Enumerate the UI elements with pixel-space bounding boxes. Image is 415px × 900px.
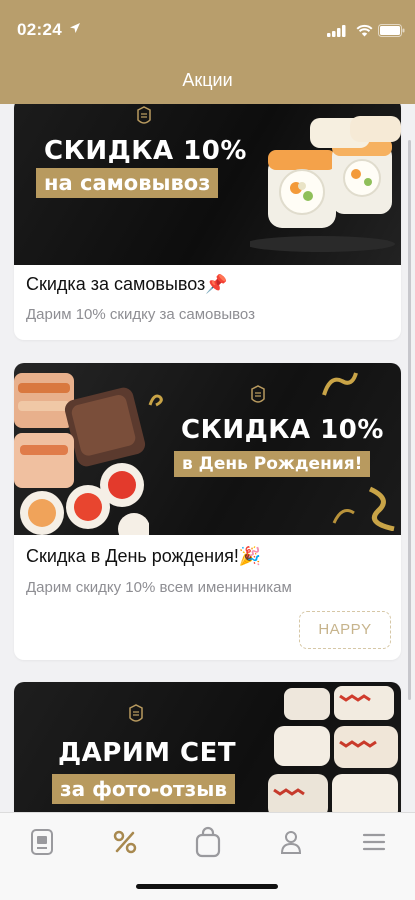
- battery-icon: [378, 24, 405, 37]
- promo-banner-photo-review: ДАРИМ СЕТ за фото-отзыв: [14, 682, 401, 812]
- sushi-platter-image: [268, 686, 398, 812]
- promo-title-text: Скидка за самовывоз: [26, 274, 206, 294]
- tab-promotions[interactable]: [105, 825, 145, 859]
- confetti-icon: [322, 372, 358, 396]
- brand-crest-logo: [137, 106, 151, 124]
- pushpin-emoji: 📌: [205, 274, 228, 294]
- banner-headline: СКИДКА 10%: [181, 415, 384, 445]
- promo-subtitle: Дарим скидку 10% всем именинникам: [26, 579, 292, 596]
- profile-icon: [280, 831, 302, 854]
- page-title: Акции: [182, 70, 233, 90]
- banner-headline: ДАРИМ СЕТ: [58, 738, 237, 768]
- banner-tag: на самовывоз: [36, 168, 219, 198]
- hamburger-menu-icon: [362, 833, 386, 851]
- brand-crest-logo: [251, 385, 265, 403]
- location-arrow-icon: [70, 23, 80, 33]
- banner-headline: СКИДКА 10%: [44, 136, 247, 166]
- confetti-icon: [368, 486, 395, 531]
- confetti-icon: [332, 509, 355, 524]
- tab-more[interactable]: [354, 825, 394, 859]
- promo-card-pickup[interactable]: СКИДКА 10% на самовывоз Скидка за самовы…: [14, 104, 401, 340]
- home-indicator[interactable]: [136, 884, 278, 889]
- scrollbar[interactable]: [408, 140, 411, 700]
- banner-tag: в День Рождения!: [174, 451, 371, 477]
- promo-code-button[interactable]: HAPPY: [299, 611, 391, 649]
- promo-card-photo-review[interactable]: ДАРИМ СЕТ за фото-отзыв: [14, 682, 401, 812]
- promo-title-text: Скидка в День рождения!: [26, 546, 239, 566]
- confetti-icon: [148, 394, 163, 407]
- promo-subtitle: Дарим 10% скидку за самовывоз: [26, 306, 255, 323]
- app-header: 02:24 Акции: [0, 0, 415, 104]
- status-bar: 02:24: [0, 0, 415, 58]
- promo-banner-pickup: СКИДКА 10% на самовывоз: [14, 104, 401, 265]
- promo-title: Скидка за самовывоз📌: [26, 274, 228, 295]
- tab-menu[interactable]: [22, 825, 62, 859]
- cart-bag-icon: [195, 826, 221, 858]
- cellular-signal-icon: [327, 25, 346, 37]
- party-popper-emoji: 🎉: [238, 546, 262, 566]
- tab-profile[interactable]: [271, 825, 311, 859]
- banner-tag: за фото-отзыв: [52, 774, 235, 804]
- status-time: 02:24: [17, 20, 62, 39]
- tab-cart[interactable]: [188, 825, 228, 859]
- menu-book-icon: [31, 829, 53, 855]
- wifi-icon: [356, 24, 373, 37]
- brand-crest-logo: [129, 704, 143, 722]
- sushi-rolls-image: [250, 116, 401, 252]
- promotions-list[interactable]: СКИДКА 10% на самовывоз Скидка за самовы…: [0, 104, 415, 812]
- promo-banner-birthday: СКИДКА 10% в День Рождения!: [14, 363, 401, 535]
- promo-title: Скидка в День рождения!🎉: [26, 546, 261, 567]
- percent-icon: [113, 830, 137, 854]
- sushi-set-image: [14, 373, 149, 535]
- promo-card-birthday[interactable]: СКИДКА 10% в День Рождения! Скидка в Ден…: [14, 363, 401, 660]
